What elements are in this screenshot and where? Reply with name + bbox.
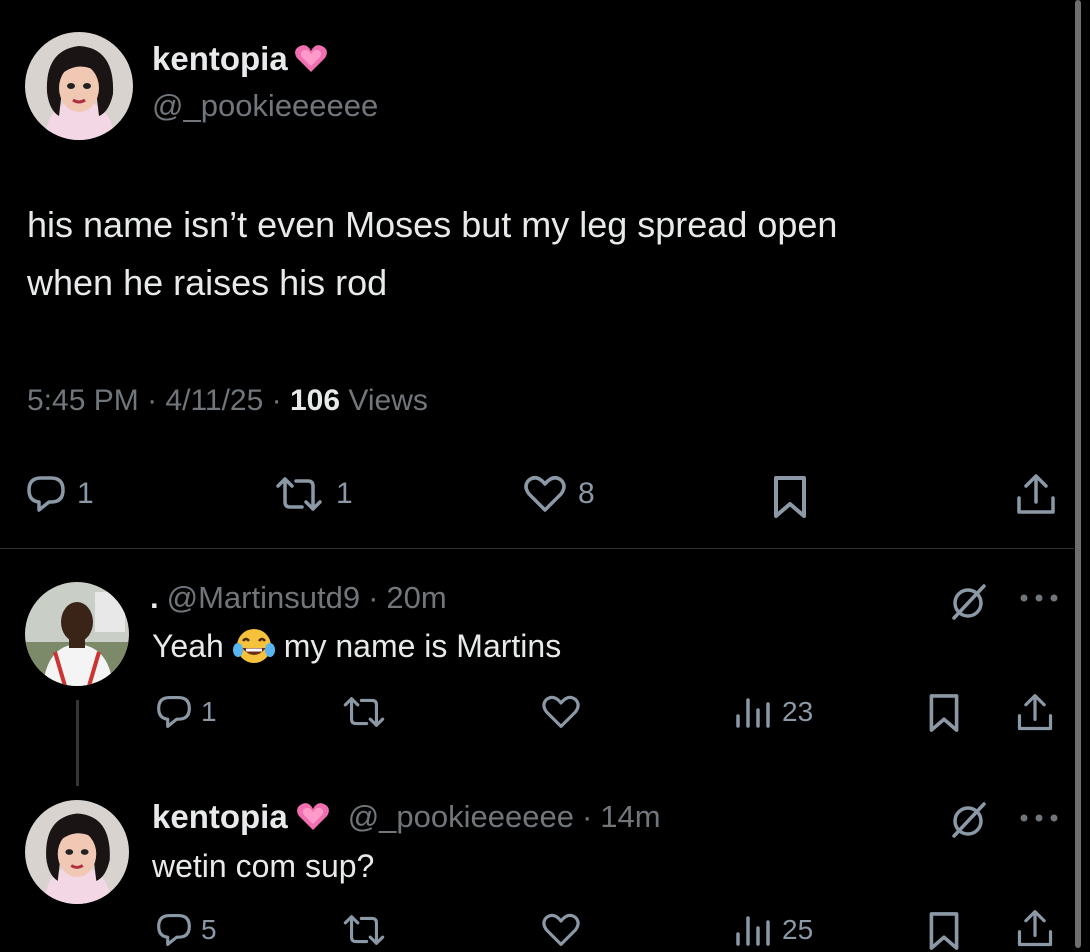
grok-button[interactable] xyxy=(948,800,988,840)
views-count: 25 xyxy=(782,914,814,945)
avatar[interactable] xyxy=(25,32,133,140)
separator: · xyxy=(147,384,158,417)
reply-count: 1 xyxy=(77,477,94,510)
repost-icon xyxy=(340,694,388,730)
reply-header: kentopia @_pookieeeeee · 14m xyxy=(152,798,661,836)
more-button[interactable] xyxy=(1018,812,1060,824)
share-button[interactable] xyxy=(1014,908,1056,950)
reply-text: wetin com sup? xyxy=(152,848,375,884)
scrollbar[interactable] xyxy=(1075,0,1081,948)
pink-heart-icon xyxy=(294,44,328,74)
tweet-date: 4/11/25 xyxy=(165,384,264,417)
repost-count: 1 xyxy=(336,477,353,510)
like-button[interactable]: 8 xyxy=(522,474,595,514)
reply-header: . @Martinsutd9 · 20m xyxy=(150,580,447,616)
share-button[interactable] xyxy=(1014,692,1056,734)
separator: · xyxy=(581,799,593,834)
reply-button[interactable]: 1 xyxy=(155,694,217,730)
repost-button[interactable]: 1 xyxy=(272,474,353,514)
repost-button[interactable] xyxy=(340,912,388,948)
divider xyxy=(0,548,1074,549)
bookmark-icon xyxy=(926,910,962,952)
handle[interactable]: @_pookieeeeee xyxy=(348,799,574,835)
reply-text-part: Yeah xyxy=(152,627,224,664)
reply-button[interactable]: 1 xyxy=(25,474,94,514)
tweet-time: 5:45 PM xyxy=(27,384,139,417)
views-count: 106 xyxy=(289,384,341,417)
repost-icon xyxy=(340,912,388,948)
views-count: 23 xyxy=(782,696,814,727)
reply-text-part: my name is Martins xyxy=(283,627,562,664)
reply-icon xyxy=(25,474,67,514)
avatar[interactable] xyxy=(25,800,129,904)
grok-icon xyxy=(948,582,988,622)
tweet-text-line: his name isn’t even Moses but my leg spr… xyxy=(27,204,838,245)
timestamp[interactable]: 20m xyxy=(386,580,446,616)
reply-count: 5 xyxy=(201,914,217,945)
like-count: 8 xyxy=(578,477,595,510)
analytics-icon xyxy=(734,694,774,730)
grok-icon xyxy=(948,800,988,840)
reply-button[interactable]: 5 xyxy=(155,912,217,948)
bookmark-button[interactable] xyxy=(770,474,810,520)
tweet-meta: 5:45 PM · 4/11/25 · 106 Views xyxy=(27,384,428,418)
reply-text: Yeah my name is Martins xyxy=(152,626,561,666)
display-name[interactable]: kentopia xyxy=(152,40,328,78)
heart-icon xyxy=(540,912,582,948)
like-button[interactable] xyxy=(540,694,582,730)
tweet-text: his name isn’t even Moses but my leg spr… xyxy=(27,196,1027,312)
like-button[interactable] xyxy=(540,912,582,948)
heart-icon xyxy=(522,474,568,514)
share-button[interactable] xyxy=(1013,472,1059,518)
more-button[interactable] xyxy=(1018,592,1060,604)
views-button[interactable]: 23 xyxy=(734,694,813,730)
bookmark-button[interactable] xyxy=(926,910,962,952)
separator: · xyxy=(271,384,282,417)
bookmark-icon xyxy=(926,692,962,734)
share-icon xyxy=(1014,692,1056,734)
reply-icon xyxy=(155,694,193,730)
handle[interactable]: @_pookieeeeee xyxy=(152,88,378,124)
repost-button[interactable] xyxy=(340,694,388,730)
display-name-text[interactable]: kentopia xyxy=(152,798,288,836)
grok-button[interactable] xyxy=(948,582,988,622)
laughing-emoji-icon xyxy=(232,626,276,666)
repost-icon xyxy=(272,474,326,514)
analytics-icon xyxy=(734,912,774,948)
display-name-text[interactable]: kentopia xyxy=(152,40,288,78)
handle[interactable]: @Martinsutd9 xyxy=(167,580,360,616)
share-icon xyxy=(1014,908,1056,950)
reply-count: 1 xyxy=(201,696,217,727)
tweet-text-line: when he raises his rod xyxy=(27,262,388,303)
more-icon xyxy=(1018,812,1060,824)
share-icon xyxy=(1013,472,1059,518)
views-label: Views xyxy=(348,384,428,417)
more-icon xyxy=(1018,592,1060,604)
timestamp[interactable]: 14m xyxy=(600,799,660,835)
heart-icon xyxy=(540,694,582,730)
bookmark-button[interactable] xyxy=(926,692,962,734)
thread-line xyxy=(76,700,79,786)
pink-heart-icon xyxy=(296,802,330,832)
bookmark-icon xyxy=(770,474,810,520)
avatar[interactable] xyxy=(25,582,129,686)
reply-icon xyxy=(155,912,193,948)
views-button[interactable]: 25 xyxy=(734,912,813,948)
display-name-text[interactable]: . xyxy=(150,580,159,616)
separator: · xyxy=(368,580,379,615)
